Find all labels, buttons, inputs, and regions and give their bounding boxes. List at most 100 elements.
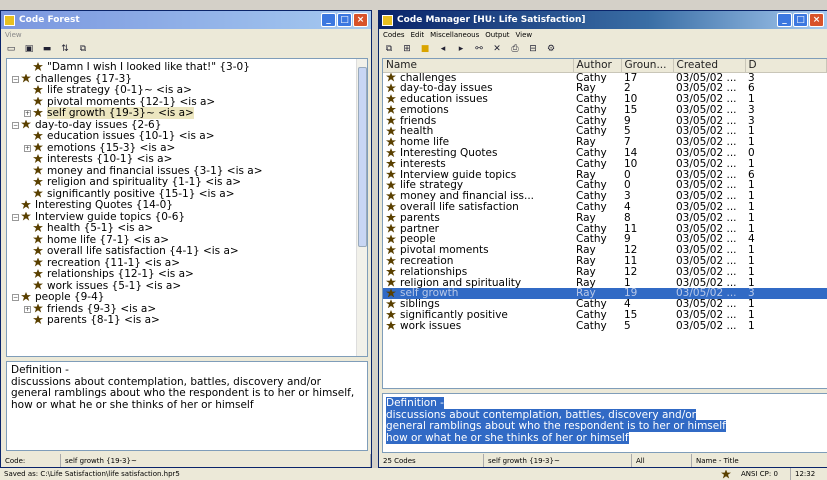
table-row[interactable]: partner Cathy 11 03/05/02 ... 1 [383, 223, 827, 235]
table-row[interactable]: pivotal moments Ray 12 03/05/02 ... 1 [383, 245, 827, 256]
cell-name: pivotal moments [383, 245, 573, 256]
table-row[interactable]: self growth Ray 19 03/05/02 ... 3 [383, 288, 827, 300]
cell-grounded: 10 [621, 94, 673, 105]
network-icon[interactable]: ⚯ [473, 44, 485, 55]
table-row[interactable]: challenges Cathy 17 03/05/02 ... 3 [383, 72, 827, 83]
collapse-icon[interactable]: − [12, 213, 19, 221]
cell-grounded: 0 [621, 170, 673, 181]
expand-icon[interactable]: + [24, 305, 31, 313]
menu-output[interactable]: Output [485, 31, 509, 41]
table-row[interactable]: relationships Ray 12 03/05/02 ... 1 [383, 266, 827, 278]
collapse-icon[interactable]: − [12, 121, 19, 129]
cell-text: 03/05/02 ... [676, 277, 737, 289]
collapse-icon[interactable]: ▭ [5, 44, 17, 55]
tree-node[interactable]: parents {8-1} <is a> [12, 314, 367, 327]
expand-icon[interactable]: + [24, 110, 31, 117]
tree-scroll-thumb[interactable] [358, 67, 367, 247]
cell-name: friends [383, 115, 573, 127]
menu-view[interactable]: View [516, 31, 533, 41]
manager-toolbar: ⧉ ⊞ ■ ◂ ▸ ⚯ ✕ ⎙ ⊟ ⚙ [379, 41, 827, 57]
cell-text: 0 [624, 169, 631, 181]
column-author[interactable]: Author [573, 59, 622, 73]
delete-icon[interactable]: ✕ [491, 44, 503, 55]
code-tree-panel[interactable]: "Damn I wish I looked like that!" {3-0} −… [6, 58, 368, 357]
cell-density: 1 [745, 310, 827, 321]
code-forest-titlebar[interactable]: Code Forest _ □ × [1, 11, 371, 29]
cell-text: 03/05/02 ... [676, 191, 737, 203]
table-row[interactable]: overall life satisfaction Cathy 4 03/05/02 … [383, 202, 827, 213]
family-icon[interactable]: ⧉ [77, 44, 89, 55]
table-row[interactable]: religion and spirituality Ray 1 03/05/02 ..… [383, 277, 827, 289]
tree-icon[interactable]: ⧉ [383, 44, 395, 55]
column-grounded[interactable]: Groun... [621, 59, 674, 73]
table-row[interactable]: friends Cathy 9 03/05/02 ... 3 [383, 115, 827, 127]
table-row[interactable]: significantly positive Cathy 15 03/05/02 ..… [383, 310, 827, 321]
extra-icon[interactable]: ⚙ [545, 44, 557, 55]
cell-name: education issues [383, 94, 573, 105]
definition-line: Definition - [386, 397, 444, 409]
cell-author: Ray [573, 278, 621, 289]
cell-text: Cathy [576, 115, 607, 127]
definition-panel[interactable]: Definition - discussions about contemplat… [382, 393, 827, 453]
print-icon[interactable]: ⎙ [509, 44, 521, 55]
table-row[interactable]: day-to-day issues Ray 2 03/05/02 ... 6 [383, 83, 827, 94]
code-manager-titlebar[interactable]: Code Manager [HU: Life Satisfaction] _ □… [379, 11, 827, 29]
cell-author: Ray [573, 170, 621, 181]
color-icon[interactable]: ■ [419, 44, 431, 55]
cell-density: 3 [745, 72, 827, 83]
menu-view[interactable]: View [5, 31, 22, 41]
table-row[interactable]: health Cathy 5 03/05/02 ... 1 [383, 126, 827, 137]
table-row[interactable]: Interview guide topics Ray 0 03/05/02 ... 6 [383, 169, 827, 181]
sort-icon[interactable]: ⇅ [59, 44, 71, 55]
tree-scrollbar[interactable] [356, 59, 367, 356]
close-button[interactable]: × [353, 13, 368, 27]
collapse-icon[interactable]: − [12, 294, 19, 301]
table-row[interactable]: education issues Cathy 10 03/05/02 ... 1 [383, 94, 827, 105]
column-density[interactable]: D [745, 59, 827, 73]
cell-text: 4 [624, 299, 631, 311]
code-icon [33, 96, 43, 106]
table-row[interactable]: siblings Cathy 4 03/05/02 ... 1 [383, 299, 827, 310]
tree-icon[interactable]: ▣ [23, 44, 35, 55]
view-icon[interactable]: ⊟ [527, 44, 539, 55]
cell-text: 03/05/02 ... [676, 234, 737, 246]
manager-statusbar: 25 Codes self growth {19-3}~ All Name - … [379, 454, 827, 467]
table-row[interactable]: Interesting Quotes Cathy 14 03/05/02 ... 0 [383, 148, 827, 159]
family-icon[interactable]: ⊞ [401, 44, 413, 55]
table-row[interactable]: people Cathy 9 03/05/02 ... 4 [383, 234, 827, 245]
maximize-button[interactable]: □ [793, 13, 808, 27]
table-row[interactable]: work issues Cathy 5 03/05/02 ... 1 [383, 320, 827, 332]
table-row[interactable]: home life Ray 7 03/05/02 ... 1 [383, 137, 827, 148]
table-row[interactable]: recreation Ray 11 03/05/02 ... 1 [383, 256, 827, 267]
close-button[interactable]: × [809, 13, 824, 27]
collapse-icon[interactable]: − [12, 75, 19, 83]
table-row[interactable]: parents Ray 8 03/05/02 ... 1 [383, 212, 827, 224]
menu-miscellaneous[interactable]: Miscellaneous [430, 31, 479, 41]
minimize-button[interactable]: _ [321, 13, 336, 27]
flat-list-icon[interactable]: ▬ [41, 44, 53, 55]
table-row[interactable]: life strategy Cathy 0 03/05/02 ... 1 [383, 180, 827, 191]
expand-icon[interactable]: + [24, 144, 31, 152]
tree-node-label: day-to-day issues {2-6} [35, 118, 162, 131]
cell-author: Ray [573, 245, 621, 256]
table-row[interactable]: emotions Cathy 15 03/05/02 ... 3 [383, 104, 827, 116]
cell-name: partner [383, 223, 573, 235]
column-created[interactable]: Created [673, 59, 746, 73]
table-row[interactable]: interests Cathy 10 03/05/02 ... 1 [383, 158, 827, 170]
codes-table-panel[interactable]: Name Author Groun... Created D challenge… [382, 58, 827, 389]
cell-text: money and financial iss... [400, 191, 535, 203]
cell-text: friends [400, 115, 437, 127]
menu-edit[interactable]: Edit [411, 31, 425, 41]
table-row[interactable]: money and financial iss... Cathy 3 03/05/02… [383, 191, 827, 202]
definition-panel[interactable]: Definition - discussions about contempla… [6, 361, 368, 451]
maximize-button[interactable]: □ [337, 13, 352, 27]
column-name[interactable]: Name [383, 59, 574, 73]
menu-codes[interactable]: Codes [383, 31, 405, 41]
cell-created: 03/05/02 ... [673, 83, 745, 94]
back-icon[interactable]: ◂ [437, 44, 449, 55]
minimize-button[interactable]: _ [777, 13, 792, 27]
cell-text: 03/05/02 ... [676, 104, 737, 116]
forward-icon[interactable]: ▸ [455, 44, 467, 55]
cell-text: Cathy [576, 158, 607, 170]
cell-grounded: 15 [621, 310, 673, 321]
